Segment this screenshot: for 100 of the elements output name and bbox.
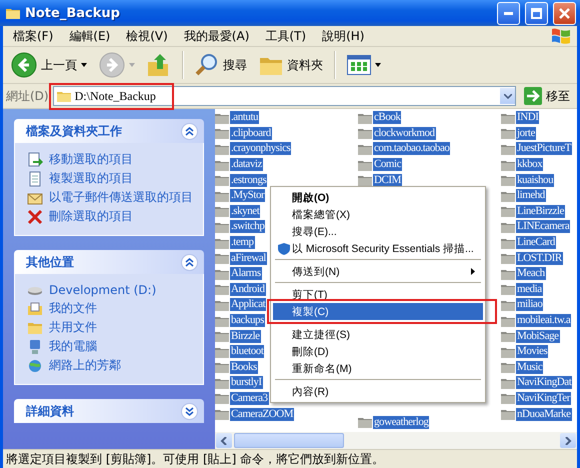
task-link[interactable]: 複製選取的項目 [27,170,195,187]
folder-name[interactable]: .switchp [230,220,266,234]
folder-name[interactable]: limehd [516,189,546,202]
dropdown-caret-icon [504,94,512,98]
folder-name[interactable]: Android [230,282,266,296]
menu-item[interactable]: 我的最愛(A) [176,28,258,44]
collapse-chevron-icon[interactable] [181,122,198,140]
menu-item[interactable]: 說明(H) [314,28,372,44]
folder-name[interactable]: kkbox [516,158,544,172]
folder-name[interactable]: Birzzle [230,330,261,343]
folder-name[interactable]: .antutu [230,111,260,124]
panel-title: 其他位置 [26,254,74,270]
task-panel-header[interactable]: 詳細資料 [14,399,204,423]
menu-item[interactable]: 傳送到(N) [273,263,483,280]
folder-name[interactable]: Music [516,360,544,374]
menu-item[interactable]: 搜尋(E)... [273,223,483,240]
menu-item[interactable]: 重新命名(M) [273,360,483,377]
task-link[interactable]: 移動選取的項目 [27,151,195,168]
folder-name[interactable]: .skynet [230,204,260,218]
folder-name[interactable]: Comic [373,158,402,172]
folder-name[interactable]: .estrongs [230,174,268,187]
folder-name[interactable]: com.taobao.taobao [373,142,450,156]
folder-name[interactable]: goweatherlog [373,416,430,429]
folder-name[interactable]: LineCard [516,236,556,250]
folder-name[interactable]: .temp [230,236,254,250]
menu-item[interactable]: 編輯(E) [61,28,118,44]
menu-item[interactable]: 檢視(V) [118,28,176,44]
folder-name[interactable]: Camera3 [230,392,269,405]
folder-name[interactable]: Books [230,360,258,374]
folder-icon [358,158,372,171]
go-button[interactable]: 移至 [520,87,574,105]
folder-icon [215,408,229,420]
folder-name[interactable]: mobileai.tw.a [516,314,572,328]
folder-name[interactable]: Movies [516,345,548,358]
folder-name[interactable]: Alarms [230,267,262,280]
folder-name[interactable]: bluetoot [230,345,264,358]
folder-name[interactable]: aFirewal [230,252,267,265]
folders-button[interactable]: 資料夾 [255,52,327,78]
task-link[interactable]: 以電子郵件傳送選取的項目 [27,189,195,206]
folder-name[interactable]: Applicat [230,298,266,312]
scroll-right-button[interactable] [560,433,576,448]
dropdown-caret-icon[interactable] [375,63,381,67]
dropdown-button[interactable] [500,88,515,104]
menu-item[interactable]: 檔案(F) [5,28,62,44]
search-button[interactable]: 搜尋 [191,51,251,79]
folder-name[interactable]: CameraZOOM [230,408,294,421]
task-link[interactable]: 刪除選取的項目 [27,208,195,225]
folder-name[interactable]: jorte [516,126,536,140]
panel-title: 詳細資料 [26,402,74,420]
menu-item[interactable]: 內容(R) [273,383,483,400]
task-link[interactable]: 我的電腦 [27,338,195,355]
close-button[interactable] [553,2,576,24]
menu-item[interactable]: 建立捷徑(S) [273,326,483,343]
task-link[interactable]: 網路上的芳鄰 [27,357,195,374]
expand-chevron-icon[interactable] [181,402,198,420]
folder-name[interactable]: Meach [516,267,546,280]
folder-name[interactable]: INDI [516,111,540,124]
folder-icon [501,158,515,171]
folder-name[interactable]: cBook [373,111,402,124]
maximize-button[interactable] [525,2,548,24]
folder-name[interactable]: clockworkmod [373,126,436,140]
scrollbar-thumb[interactable] [234,433,344,448]
minimize-button[interactable] [497,2,520,24]
folder-name[interactable]: MobiSage [516,330,560,343]
task-panel-header[interactable]: 檔案及資料夾工作 [14,119,204,143]
scroll-right-icon[interactable] [564,436,572,444]
dropdown-caret-icon[interactable] [81,63,87,67]
folder-up-arrow-icon [147,53,171,77]
four-color-flag-icon [551,27,571,45]
collapse-chevron-icon[interactable] [181,254,198,270]
folder-name[interactable]: media [516,282,543,296]
folder-name[interactable]: NaviKingTer [516,392,571,405]
folder-name[interactable]: DCIM [373,174,402,187]
folder-name[interactable]: burstlyI [230,376,263,390]
folder-name[interactable]: miliao [516,298,544,312]
folder-name[interactable]: kuaishou [516,174,554,187]
folder-name[interactable]: .dataviz [230,158,263,172]
folder-name[interactable]: nDuoaMarke [516,408,572,421]
menu-item[interactable]: 開啟(O) [273,189,483,206]
folder-name[interactable]: backups [230,314,265,328]
task-link[interactable]: 我的文件 [27,300,195,317]
back-button[interactable]: 上一頁 [7,50,91,80]
folder-name[interactable]: JuestPictureT [516,142,572,156]
folder-name[interactable]: .MyStor [230,189,266,202]
task-link[interactable]: 共用文件 [27,319,195,336]
folder-name[interactable]: .crayonphysics [230,142,292,156]
folder-name[interactable]: NaviKingDat [516,376,572,390]
scroll-left-button[interactable] [216,433,232,448]
menu-item[interactable]: 工具(T) [257,28,314,44]
menu-item[interactable]: 檔案總管(X) [273,206,483,223]
menu-item[interactable]: 複製(C) [273,303,483,320]
folder-name[interactable]: LINEcamera [516,220,570,234]
menu-item[interactable]: 以 Microsoft Security Essentials 掃描... [273,240,483,257]
task-panel-header[interactable]: 其他位置 [14,250,204,274]
folder-name[interactable]: .clipboard [230,126,272,140]
task-link[interactable]: Development (D:) [27,282,195,298]
scroll-left-icon[interactable] [220,436,228,444]
menu-item[interactable]: 刪除(D) [273,343,483,360]
folder-name[interactable]: LineBirzzle [516,204,565,218]
folder-name[interactable]: LOST.DIR [516,252,563,265]
